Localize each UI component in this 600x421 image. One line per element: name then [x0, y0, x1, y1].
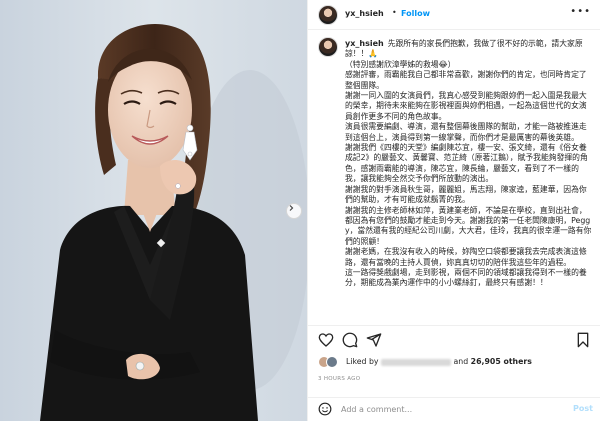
post-side-panel: yx_hsieh • Follow ••• yx_hsieh 先跟所有的家長們抱歉…	[307, 0, 600, 421]
post-comment-button[interactable]: Post	[573, 404, 593, 413]
comment-icon[interactable]	[342, 332, 358, 348]
portrait-illustration	[0, 0, 307, 421]
divider	[308, 325, 600, 326]
caption-text: 先跟所有的家長們抱歉，我做了很不好的示範，請大家原諒！！🙏 （特別感謝欣漳學姊的…	[345, 39, 592, 288]
carousel-next-button[interactable]	[286, 203, 302, 219]
bookmark-icon[interactable]	[575, 332, 591, 348]
likes-count[interactable]: 26,905 others	[471, 357, 532, 366]
blurred-username	[381, 358, 452, 366]
chevron-right-icon	[289, 205, 294, 211]
author-username[interactable]: yx_hsieh	[345, 9, 384, 18]
post-header: yx_hsieh • Follow •••	[308, 0, 600, 30]
avatar[interactable]	[318, 5, 338, 25]
heart-icon[interactable]	[318, 332, 334, 348]
follow-button[interactable]: Follow	[401, 9, 430, 18]
post-caption: yx_hsieh 先跟所有的家長們抱歉，我做了很不好的示範，請大家原諒！！🙏 （特…	[345, 39, 593, 289]
caption-scroll-area[interactable]: yx_hsieh 先跟所有的家長們抱歉，我做了很不好的示範，請大家原諒！！🙏 （特…	[308, 31, 600, 317]
comment-input[interactable]	[341, 403, 561, 415]
post-photo[interactable]	[0, 0, 307, 421]
action-bar	[308, 328, 600, 352]
likes-text: Liked by and 26,905 others	[346, 357, 532, 366]
caption-username[interactable]: yx_hsieh	[345, 39, 384, 48]
likes-summary[interactable]: Liked by and 26,905 others	[318, 355, 588, 369]
likes-prefix: Liked by	[346, 357, 379, 366]
comment-bar: Post	[308, 398, 600, 421]
emoji-icon[interactable]	[318, 402, 332, 416]
post-timestamp: 3 HOURS AGO	[318, 376, 361, 382]
liker-avatars	[318, 356, 342, 368]
separator-dot: •	[392, 8, 397, 17]
likes-and: and	[453, 357, 469, 366]
caption-avatar[interactable]	[318, 37, 338, 57]
avatar	[326, 356, 338, 368]
share-icon[interactable]	[366, 332, 382, 348]
more-options-button[interactable]: •••	[570, 6, 591, 17]
